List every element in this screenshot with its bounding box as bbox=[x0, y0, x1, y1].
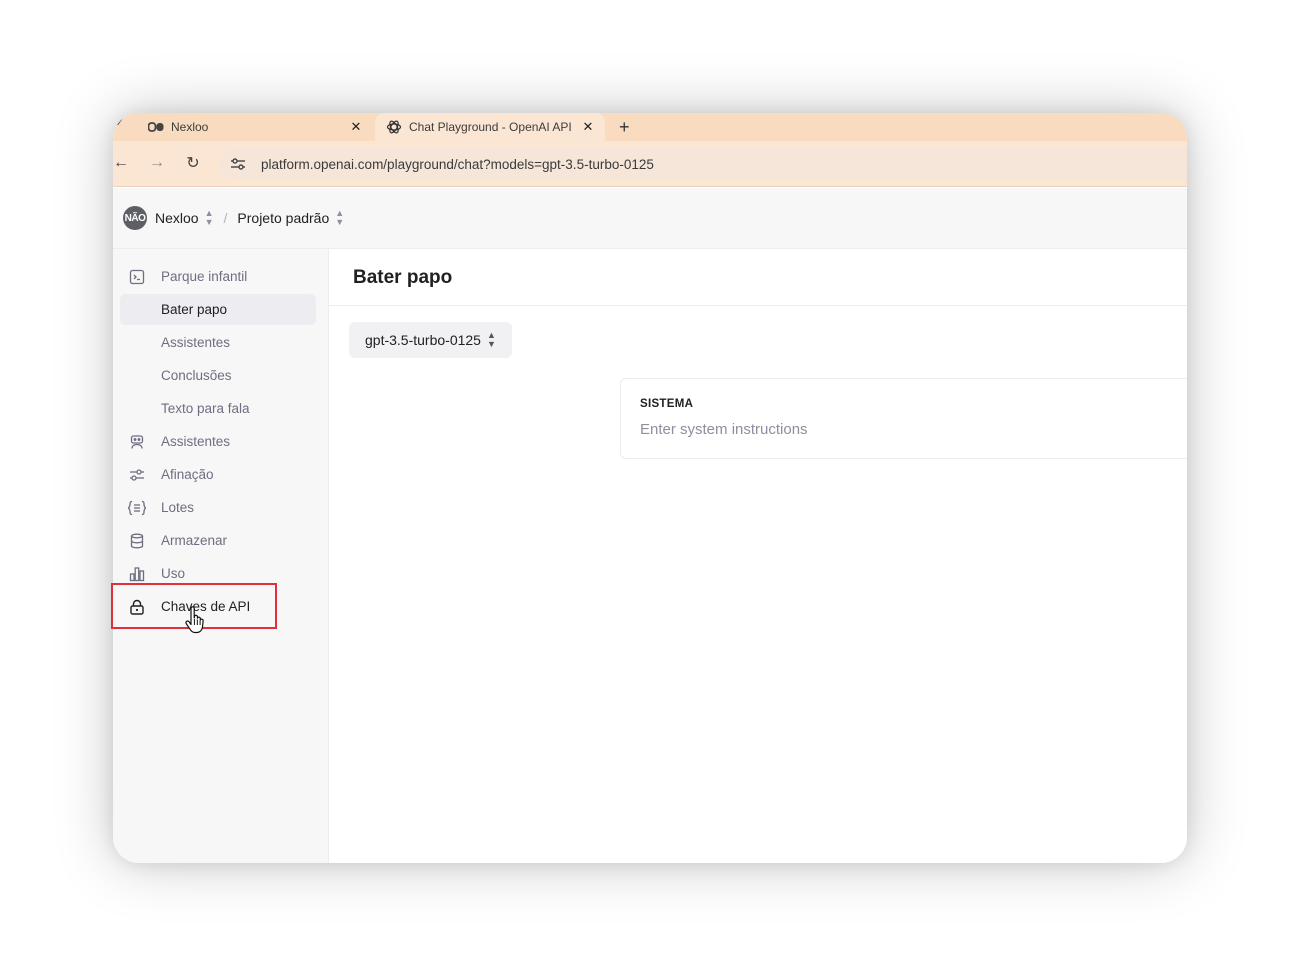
sidebar-item-assistentes-sub[interactable]: Assistentes bbox=[120, 327, 316, 358]
sidebar: Parque infantil Bater papo Assistentes C… bbox=[113, 249, 329, 863]
project-switcher[interactable]: Projeto padrão bbox=[237, 210, 329, 226]
system-label: SISTEMA bbox=[640, 398, 694, 410]
chevron-up-down-icon[interactable]: ▲ ▼ bbox=[205, 209, 214, 227]
browser-window: ✓ Nexloo ✕ Chat Playground - OpenAI API … bbox=[113, 113, 1187, 863]
sidebar-item-assistentes[interactable]: Assistentes bbox=[120, 426, 316, 457]
tab-title: Nexloo bbox=[171, 120, 209, 134]
tab-strip: ✓ Nexloo ✕ Chat Playground - OpenAI API … bbox=[113, 113, 1187, 141]
sidebar-item-label: Assistentes bbox=[161, 335, 231, 350]
avatar[interactable]: NÃO bbox=[123, 206, 147, 230]
sidebar-item-label: Assistentes bbox=[161, 434, 231, 449]
robot-icon bbox=[127, 432, 147, 452]
sidebar-item-label: Afinação bbox=[161, 467, 214, 482]
system-instructions-input[interactable] bbox=[640, 421, 1180, 438]
sidebar-item-conclusoes[interactable]: Conclusões bbox=[120, 360, 316, 391]
sidebar-item-label: Armazenar bbox=[161, 533, 228, 548]
model-select-value: gpt-3.5-turbo-0125 bbox=[365, 332, 481, 348]
url-text: platform.openai.com/playground/chat?mode… bbox=[261, 156, 654, 172]
database-icon bbox=[127, 531, 147, 551]
sidebar-item-armazenar[interactable]: Armazenar bbox=[120, 525, 316, 556]
tab-nexloo[interactable]: Nexloo ✕ bbox=[139, 113, 373, 141]
openai-logo-icon bbox=[385, 120, 403, 134]
address-bar[interactable]: platform.openai.com/playground/chat?mode… bbox=[219, 148, 1187, 180]
tab-chat-playground[interactable]: Chat Playground - OpenAI API ✕ bbox=[375, 113, 605, 141]
app-header: NÃO Nexloo ▲ ▼ / Projeto padrão ▲ ▼ bbox=[113, 188, 1187, 249]
sidebar-item-afinacao[interactable]: Afinação bbox=[120, 459, 316, 490]
bar-chart-icon bbox=[127, 564, 147, 584]
sidebar-item-parque-infantil[interactable]: Parque infantil bbox=[120, 261, 316, 292]
chevron-up-down-icon: ▲ ▼ bbox=[486, 330, 496, 349]
sidebar-item-label: Conclusões bbox=[161, 368, 232, 383]
nexloo-logo-icon bbox=[147, 120, 165, 134]
browser-toolbar: ← → ↻ platform.openai.com/playground/cha… bbox=[113, 141, 1187, 187]
sidebar-item-label: Parque infantil bbox=[161, 269, 248, 284]
new-tab-icon[interactable]: + bbox=[619, 113, 630, 141]
sidebar-item-lotes[interactable]: Lotes bbox=[120, 492, 316, 523]
site-settings-icon[interactable] bbox=[229, 155, 247, 173]
system-panel: SISTEMA bbox=[620, 378, 1187, 459]
forward-arrow-icon[interactable]: → bbox=[147, 153, 167, 173]
sidebar-item-label: Lotes bbox=[161, 500, 195, 515]
main-content: Bater papo gpt-3.5-turbo-0125 ▲ ▼ SISTEMA bbox=[329, 249, 1187, 863]
sliders-icon bbox=[127, 465, 147, 485]
close-tab-icon[interactable]: ✕ bbox=[345, 119, 367, 135]
braces-list-icon bbox=[127, 498, 147, 518]
page-title: Bater papo bbox=[353, 267, 453, 288]
chevron-up-down-icon[interactable]: ▲ ▼ bbox=[335, 209, 344, 227]
sidebar-item-texto-para-fala[interactable]: Texto para fala bbox=[120, 393, 316, 424]
close-tab-icon[interactable]: ✕ bbox=[577, 119, 599, 135]
sidebar-item-label: Bater papo bbox=[161, 302, 228, 317]
breadcrumb-separator: / bbox=[223, 210, 228, 226]
tab-search-icon[interactable]: ✓ bbox=[115, 116, 124, 129]
org-switcher[interactable]: Nexloo bbox=[155, 210, 199, 226]
back-arrow-icon[interactable]: ← bbox=[113, 153, 131, 173]
sidebar-item-label: Uso bbox=[161, 566, 186, 581]
tab-title: Chat Playground - OpenAI API bbox=[409, 120, 572, 134]
sidebar-item-label: Texto para fala bbox=[161, 401, 250, 416]
model-select[interactable]: gpt-3.5-turbo-0125 ▲ ▼ bbox=[349, 322, 512, 358]
title-divider bbox=[329, 305, 1187, 306]
terminal-icon bbox=[127, 267, 147, 287]
reload-icon[interactable]: ↻ bbox=[183, 153, 203, 173]
hand-cursor-icon bbox=[184, 606, 206, 634]
sidebar-item-bater-papo[interactable]: Bater papo bbox=[120, 294, 316, 325]
